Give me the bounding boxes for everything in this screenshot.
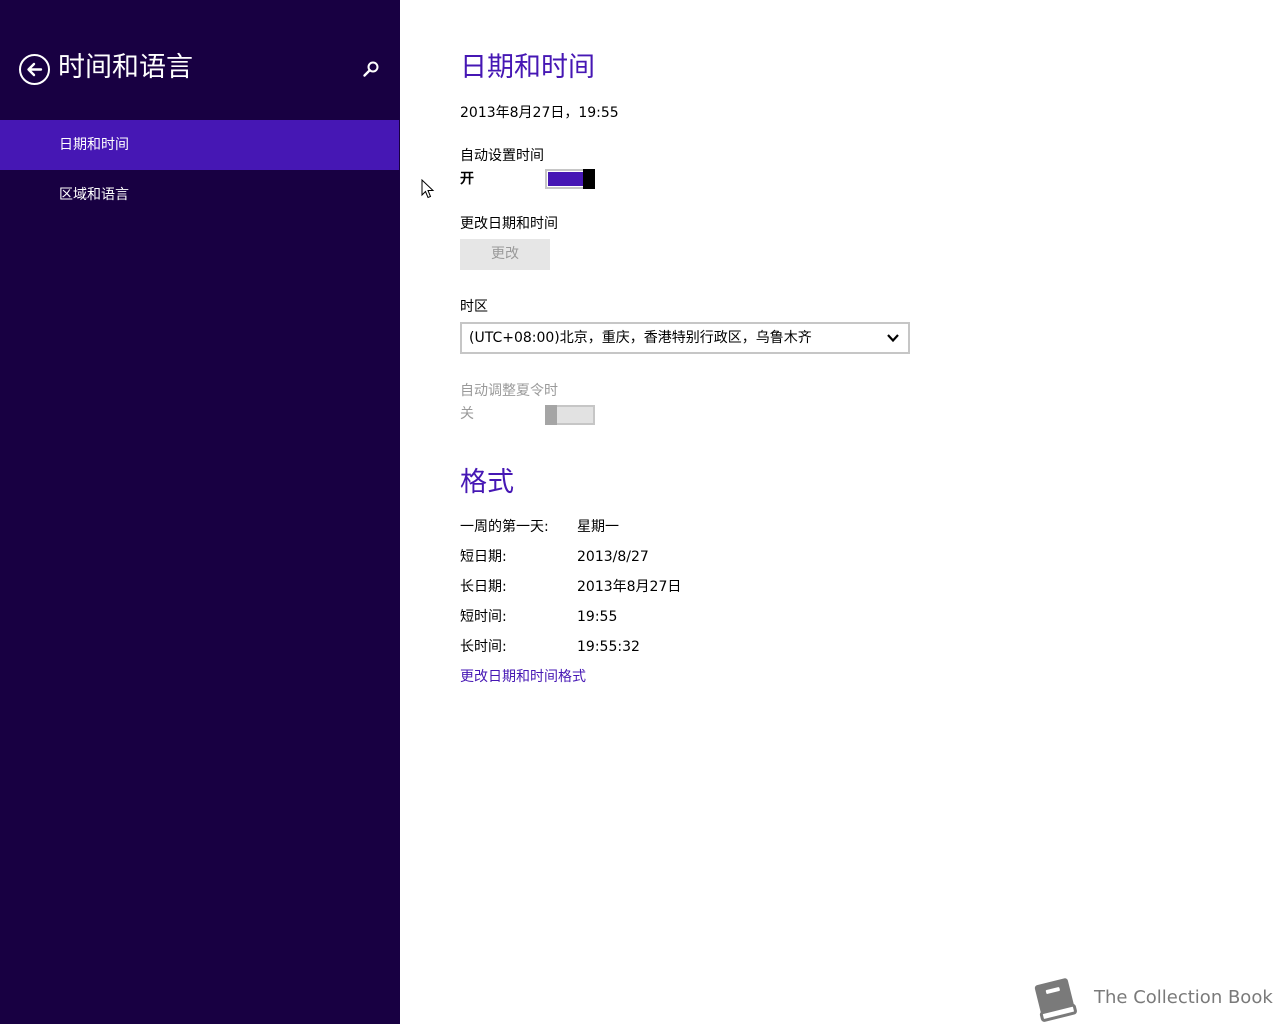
auto-time-label: 自动设置时间 [460, 148, 544, 164]
sidebar-item-date-time[interactable]: 日期和时间 [0, 120, 399, 170]
timezone-label: 时区 [460, 299, 488, 315]
search-icon[interactable] [362, 60, 380, 78]
dst-toggle[interactable] [545, 405, 595, 425]
format-row-label: 长时间: [460, 639, 507, 655]
format-row-value: 19:55:32 [577, 639, 640, 655]
format-row-value: 星期一 [577, 519, 619, 535]
change-datetime-button[interactable]: 更改 [460, 239, 550, 270]
dst-state: 关 [460, 406, 474, 422]
timezone-select[interactable]: (UTC+08:00)北京，重庆，香港特别行政区，乌鲁木齐 [460, 322, 910, 354]
format-heading: 格式 [460, 467, 514, 498]
book-icon [1034, 978, 1077, 1022]
dst-label: 自动调整夏令时 [460, 383, 558, 399]
watermark-text: The Collection Book [1094, 987, 1273, 1008]
sidebar-item-region-language[interactable]: 区域和语言 [0, 170, 400, 220]
sidebar-title: 时间和语言 [58, 52, 193, 83]
current-datetime: 2013年8月27日，19:55 [460, 105, 619, 121]
auto-time-toggle[interactable] [545, 169, 595, 189]
format-row-value: 19:55 [577, 609, 618, 625]
auto-time-state: 开 [460, 171, 474, 187]
toggle-fill [548, 172, 584, 186]
watermark: The Collection Book [1028, 975, 1273, 1023]
change-format-link[interactable]: 更改日期和时间格式 [460, 667, 586, 687]
change-datetime-label: 更改日期和时间 [460, 216, 558, 232]
chevron-down-icon [887, 334, 899, 343]
toggle-thumb [545, 405, 557, 425]
page-title: 日期和时间 [460, 52, 595, 83]
format-row-label: 一周的第一天: [460, 519, 549, 535]
format-row-label: 短日期: [460, 549, 507, 565]
format-row-value: 2013/8/27 [577, 549, 649, 565]
mouse-cursor-icon [421, 179, 435, 199]
format-row-label: 长日期: [460, 579, 507, 595]
toggle-thumb [583, 169, 595, 189]
format-row-label: 短时间: [460, 609, 507, 625]
back-button[interactable] [19, 54, 50, 85]
format-row-value: 2013年8月27日 [577, 579, 682, 595]
timezone-value: (UTC+08:00)北京，重庆，香港特别行政区，乌鲁木齐 [469, 330, 812, 346]
sidebar: 时间和语言 日期和时间 区域和语言 [0, 0, 400, 1024]
arrow-left-icon [27, 62, 43, 77]
